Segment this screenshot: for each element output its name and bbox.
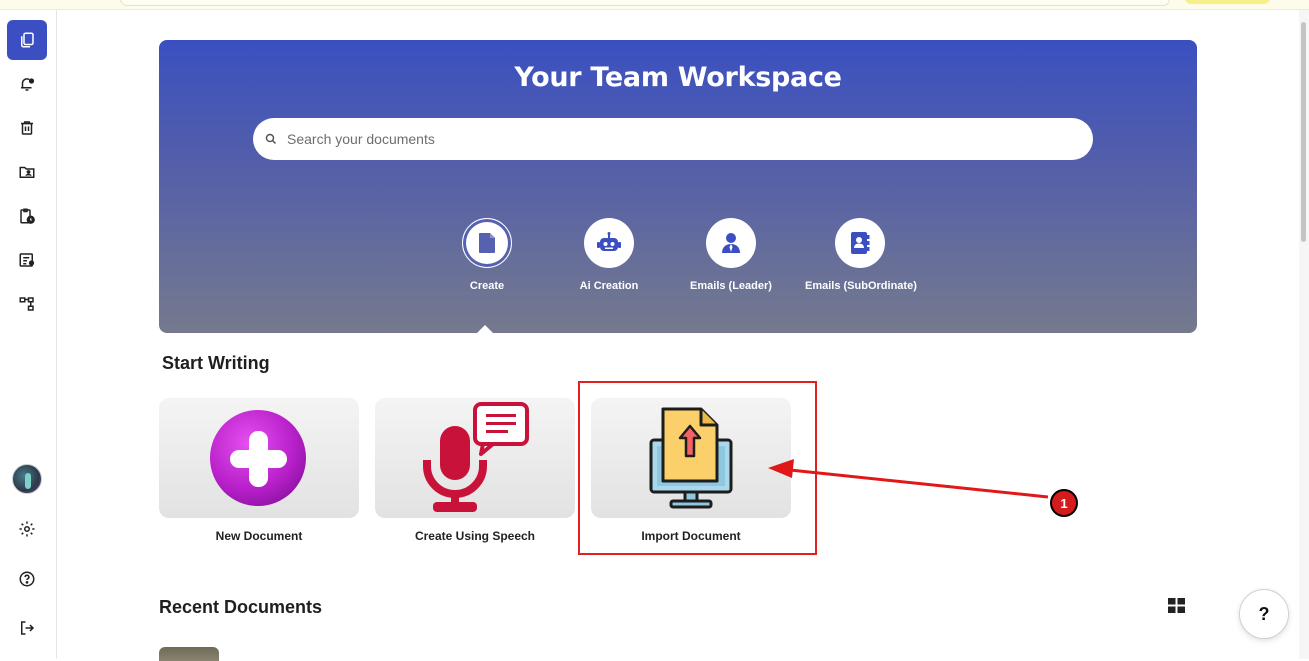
action-emails-leader[interactable]: Emails (Leader) bbox=[681, 218, 781, 292]
new-document-thumb[interactable] bbox=[159, 398, 359, 518]
search-input[interactable] bbox=[287, 131, 1067, 147]
new-document-card[interactable]: New Document bbox=[159, 398, 359, 543]
action-label: Emails (Leader) bbox=[690, 280, 772, 292]
sidebar-item-logout[interactable] bbox=[7, 608, 47, 648]
action-label: Emails (SubOrdinate) bbox=[805, 280, 917, 292]
logout-icon bbox=[21, 621, 35, 635]
create-circle[interactable] bbox=[462, 218, 512, 268]
highlight-box bbox=[578, 381, 817, 555]
sidebar-item-settings[interactable] bbox=[7, 509, 47, 549]
workspace-hero: Your Team Workspace Create Ai Creation E… bbox=[159, 40, 1197, 333]
sidebar-item-tasks[interactable] bbox=[7, 196, 47, 236]
leader-icon bbox=[722, 233, 740, 253]
plus-circle-icon bbox=[210, 410, 306, 506]
selected-caret bbox=[477, 325, 493, 333]
card-label: Create Using Speech bbox=[414, 529, 536, 543]
action-create[interactable]: Create bbox=[447, 218, 527, 292]
scrollbar-thumb[interactable] bbox=[1301, 22, 1306, 242]
notification-icon bbox=[21, 78, 35, 91]
avatar[interactable] bbox=[12, 464, 42, 494]
sidebar-item-forms[interactable] bbox=[7, 240, 47, 280]
search-bar[interactable] bbox=[253, 118, 1093, 160]
documents-icon bbox=[21, 32, 34, 48]
step-number: 1 bbox=[1050, 489, 1078, 517]
settings-icon bbox=[19, 521, 35, 537]
org-chart-icon bbox=[19, 297, 34, 311]
card-label: New Document bbox=[215, 529, 303, 543]
action-label: Create bbox=[469, 280, 505, 292]
create-using-speech-card[interactable]: Create Using Speech bbox=[375, 398, 575, 543]
grid-view-icon[interactable] bbox=[1168, 598, 1185, 613]
robot-icon bbox=[597, 232, 621, 251]
trash-icon bbox=[21, 121, 33, 135]
sidebar-item-notifications[interactable] bbox=[7, 64, 47, 104]
action-emails-subordinate[interactable]: Emails (SubOrdinate) bbox=[805, 218, 917, 292]
help-circle-icon bbox=[19, 571, 35, 587]
address-bar bbox=[120, 0, 1170, 6]
scrollbar[interactable] bbox=[1299, 10, 1309, 659]
clipboard-clock-icon bbox=[20, 208, 35, 224]
emails-subordinate-circle[interactable] bbox=[835, 218, 885, 268]
microphone-icon bbox=[423, 402, 529, 512]
action-label: Ai Creation bbox=[579, 280, 639, 292]
top-badge bbox=[1185, 0, 1270, 4]
browser-top-strip bbox=[0, 0, 1309, 10]
search-icon bbox=[265, 133, 277, 145]
start-writing-title: Start Writing bbox=[162, 353, 270, 373]
contact-book-icon bbox=[851, 232, 870, 254]
emails-leader-circle[interactable] bbox=[706, 218, 756, 268]
action-ai-creation[interactable]: Ai Creation bbox=[559, 218, 659, 292]
sidebar-item-help[interactable] bbox=[7, 559, 47, 599]
sidebar-item-structure[interactable] bbox=[7, 284, 47, 324]
page-title: Your Team Workspace bbox=[514, 62, 842, 93]
sidebar-item-documents[interactable] bbox=[7, 20, 47, 60]
form-icon bbox=[19, 253, 35, 267]
ai-creation-circle[interactable] bbox=[584, 218, 634, 268]
sidebar-item-shared[interactable] bbox=[7, 152, 47, 192]
document-icon bbox=[479, 233, 495, 253]
help-button[interactable]: ? bbox=[1239, 589, 1289, 639]
recent-documents-title: Recent Documents bbox=[159, 597, 323, 617]
step-marker: 1 bbox=[1047, 486, 1081, 520]
shared-folder-icon bbox=[19, 166, 35, 178]
sidebar-item-trash[interactable] bbox=[7, 108, 47, 148]
create-using-speech-thumb[interactable] bbox=[375, 398, 575, 518]
sidebar bbox=[0, 10, 57, 659]
